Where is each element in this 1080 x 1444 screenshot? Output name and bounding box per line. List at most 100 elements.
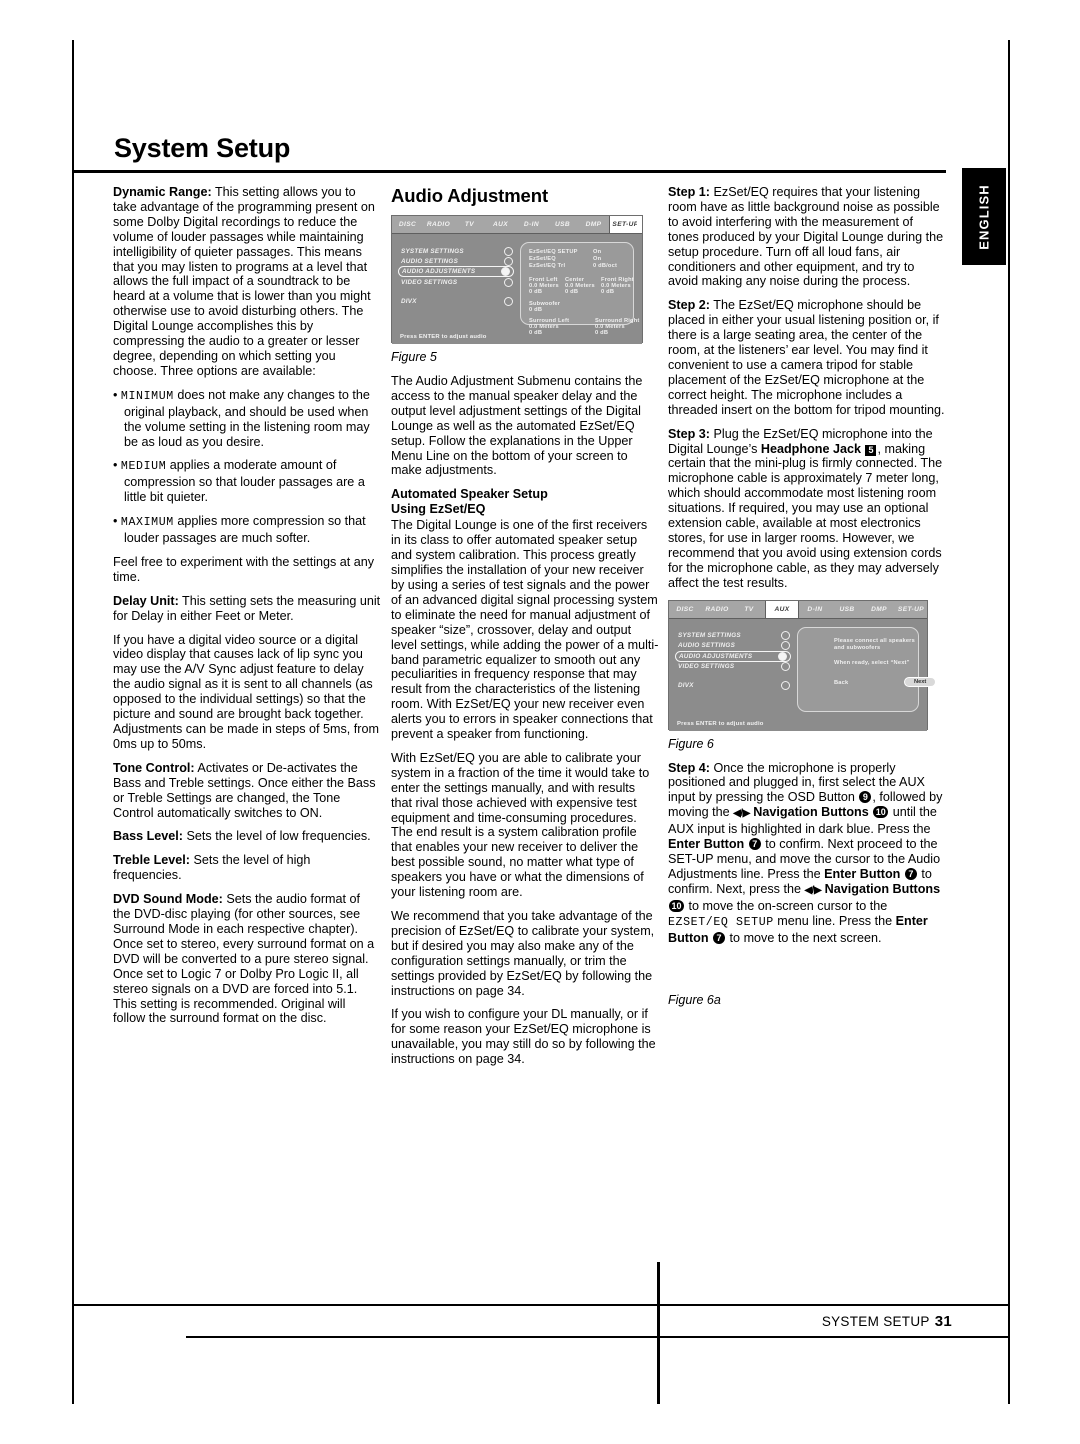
radio-dot-icon bbox=[504, 296, 513, 306]
osd-menu-audio-adjustments: AUDIO ADJUSTMENTS bbox=[398, 266, 514, 277]
osd-tabbar-edge bbox=[637, 216, 642, 233]
language-tab: ENGLISH bbox=[962, 168, 1006, 265]
radio-dot-icon bbox=[781, 662, 790, 672]
dynamic-range-options: • MINIMUM does not make any changes to t… bbox=[113, 388, 381, 546]
osd-tab-aux-selected: AUX bbox=[765, 600, 799, 618]
key-badge-5: 5 bbox=[865, 444, 877, 456]
osd-body: SYSTEM SETTINGS AUDIO SETTINGS AUDIO ADJ… bbox=[392, 234, 642, 344]
back-button-label[interactable]: Back bbox=[834, 680, 848, 687]
osd-menu-system-settings: SYSTEM SETTINGS bbox=[401, 246, 513, 256]
osd-screenshot-figure5: DISC RADIO TV AUX D-IN USB DMP SET-UP SY… bbox=[391, 215, 643, 344]
osd-menu-label: AUDIO SETTINGS bbox=[678, 642, 736, 650]
figure6-caption: Figure 6 bbox=[668, 736, 714, 751]
audio-adjustment-intro: The Audio Adjustment Submenu contains th… bbox=[391, 374, 643, 478]
osd-tab-radio: RADIO bbox=[426, 221, 451, 228]
osd-tab-din: D-IN bbox=[523, 221, 540, 228]
title-underline bbox=[74, 170, 946, 173]
ezseteq-trl-value: 0 dB/oct bbox=[593, 263, 618, 269]
step2-paragraph: Step 2: The EzSet/EQ microphone should b… bbox=[668, 298, 945, 417]
osd-tab-radio: RADIO bbox=[705, 605, 729, 613]
av-sync-paragraph: If you have a digital video source or a … bbox=[113, 632, 379, 751]
osd-menu-list: SYSTEM SETTINGS AUDIO SETTINGS AUDIO ADJ… bbox=[675, 631, 791, 691]
step1-paragraph: Step 1: EzSet/EQ requires that your list… bbox=[668, 185, 945, 289]
osd-menu-video-settings: VIDEO SETTINGS bbox=[401, 277, 513, 287]
osd-hint-text: Press ENTER to adjust audio bbox=[677, 720, 764, 727]
step1-label: Step 1: bbox=[668, 185, 710, 199]
radio-dot-icon bbox=[504, 256, 513, 266]
navigation-buttons-label: Navigation Buttons bbox=[824, 881, 941, 896]
when-ready-line: When ready, select “Next” bbox=[834, 659, 910, 666]
osd-menu-label: AUDIO ADJUSTMENTS bbox=[402, 268, 476, 275]
osd-menu-divx: DIVX bbox=[401, 296, 513, 306]
osd-menu-system-settings: SYSTEM SETTINGS bbox=[678, 631, 790, 641]
radio-dot-icon bbox=[781, 631, 790, 641]
osd-menu-label: VIDEO SETTINGS bbox=[401, 278, 458, 286]
step2-label: Step 2: bbox=[668, 298, 710, 313]
connect-speakers-line-2: and subwoofers bbox=[834, 644, 881, 651]
next-button[interactable]: Next bbox=[904, 676, 937, 687]
step4-text-8: to move to the next screen. bbox=[726, 930, 882, 945]
trim-rule-left bbox=[72, 40, 74, 1404]
osd-menu-label: SYSTEM SETTINGS bbox=[401, 247, 464, 255]
key-badge-7: 7 bbox=[904, 867, 917, 880]
subheading-line-2: Using EzSet/EQ bbox=[391, 502, 486, 517]
osd-tab-dmp: DMP bbox=[871, 605, 887, 613]
figure6a-caption: Figure 6a bbox=[668, 993, 721, 1008]
document-page: System Setup ENGLISH Dynamic Range: This… bbox=[0, 0, 1080, 1444]
treble-level-term: Treble Level: bbox=[113, 853, 190, 868]
page-footer: SYSTEM SETUP 31 bbox=[186, 1306, 1008, 1336]
navigation-buttons-label: Navigation Buttons bbox=[753, 805, 869, 820]
step1-text: EzSet/EQ requires that your listening ro… bbox=[668, 185, 944, 289]
osd-menu-divx: DIVX bbox=[678, 681, 790, 691]
osd-menu-audio-settings: AUDIO SETTINGS bbox=[401, 256, 513, 266]
bass-level-paragraph: Bass Level: Sets the level of low freque… bbox=[113, 829, 381, 844]
headphone-jack-label: Headphone Jack bbox=[760, 441, 861, 456]
dvd-sound-mode-text: Sets the audio format of the DVD-disc pl… bbox=[113, 892, 375, 1026]
radio-dot-icon bbox=[504, 246, 513, 256]
osd-menu-list: SYSTEM SETTINGS AUDIO SETTINGS AUDIO ADJ… bbox=[398, 246, 514, 306]
osd-tab-usb: USB bbox=[554, 221, 571, 228]
osd-menu-label: DIVX bbox=[401, 297, 417, 305]
osd-tab-bar: DISC RADIO TV AUX D-IN USB DMP SET-UP bbox=[392, 216, 642, 234]
experiment-note: Feel free to experiment with the setting… bbox=[113, 554, 375, 584]
dvd-sound-mode-paragraph: DVD Sound Mode: Sets the audio format of… bbox=[113, 892, 381, 1026]
osd-menu-audio-adjustments: AUDIO ADJUSTMENTS bbox=[675, 650, 791, 662]
osd-tab-usb: USB bbox=[839, 605, 855, 613]
navigation-arrows-icon: ◀/▶ bbox=[804, 884, 822, 896]
step3-text-d: , making certain that the mini-plug is f… bbox=[668, 441, 943, 590]
osd-menu-audio-settings: AUDIO SETTINGS bbox=[678, 641, 790, 651]
option-name: MEDIUM bbox=[120, 460, 167, 474]
front-right-db: 0 dB bbox=[601, 289, 615, 295]
tone-control-term: Tone Control: bbox=[113, 760, 195, 775]
dynamic-range-paragraph: Dynamic Range: This setting allows you t… bbox=[113, 185, 381, 379]
language-tab-label: ENGLISH bbox=[976, 183, 992, 250]
ezseteq-setup-menu-name: EZSET/EQ SETUP bbox=[668, 915, 774, 929]
osd-hint-text: Press ENTER to adjust audio bbox=[400, 334, 487, 340]
radio-dot-filled-icon bbox=[778, 651, 787, 661]
osd-tab-disc: DISC bbox=[676, 605, 694, 613]
step2-text: The EzSet/EQ microphone should be placed… bbox=[668, 298, 945, 417]
osd-tab-din: D-IN bbox=[807, 605, 823, 613]
osd-tab-setup: SET-UP bbox=[897, 605, 925, 613]
page-title: System Setup bbox=[114, 133, 291, 163]
center-db: 0 dB bbox=[565, 289, 579, 295]
footer-page-number: 31 bbox=[934, 1312, 952, 1330]
radio-dot-icon bbox=[781, 641, 790, 651]
key-badge-10: 10 bbox=[669, 899, 684, 912]
radio-dot-icon bbox=[504, 277, 513, 287]
list-item: • MINIMUM does not make any changes to t… bbox=[113, 387, 370, 449]
audio-adjustment-heading: Audio Adjustment bbox=[391, 185, 549, 206]
ezseteq-trl-label: EzSet/EQ Trl bbox=[529, 263, 566, 269]
osd-menu-label: SYSTEM SETTINGS bbox=[678, 632, 741, 640]
surround-left-db: 0 dB bbox=[529, 330, 543, 336]
navigation-arrows-icon: ◀/▶ bbox=[733, 808, 750, 820]
step4-paragraph: Step 4: Once the microphone is properly … bbox=[668, 761, 945, 946]
osd-message-panel: Please connect all speakers and subwoofe… bbox=[797, 626, 937, 712]
footer-section-label: SYSTEM SETUP bbox=[821, 1313, 930, 1329]
subheading-line-1: Automated Speaker Setup bbox=[391, 487, 548, 502]
delay-unit-term: Delay Unit: bbox=[113, 593, 179, 608]
enter-button-label: Enter Button bbox=[668, 837, 745, 852]
dynamic-range-text: This setting allows you to take advantag… bbox=[113, 185, 375, 378]
surround-right-db: 0 dB bbox=[595, 330, 609, 336]
enter-button-label: Enter Button bbox=[824, 866, 901, 881]
